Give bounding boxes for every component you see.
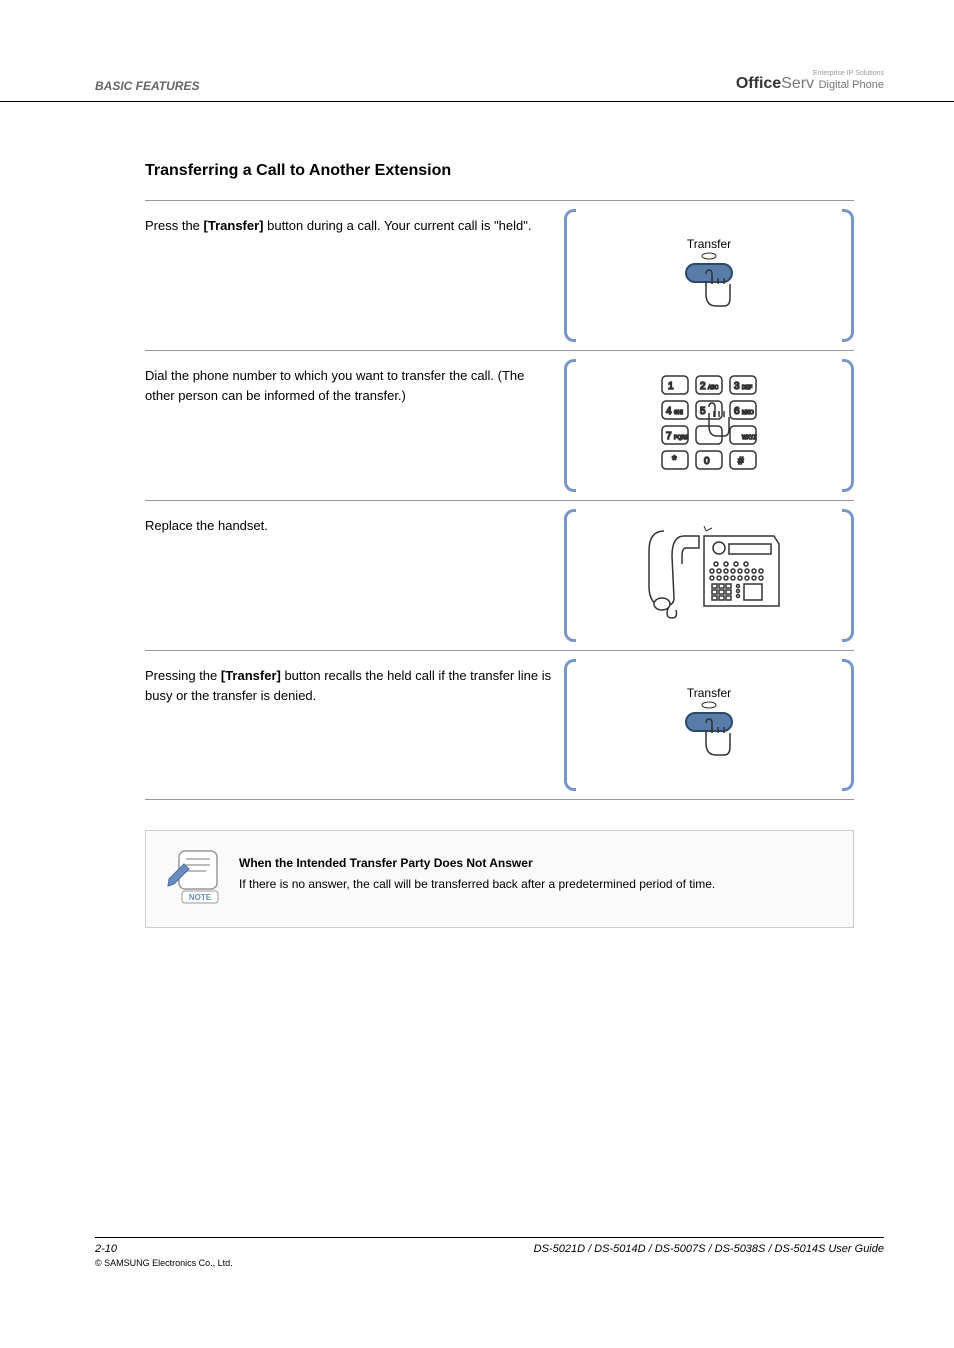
- note-icon: NOTE: [164, 849, 224, 909]
- svg-text:ABC: ABC: [708, 385, 719, 391]
- note-title: When the Intended Transfer Party Does No…: [239, 854, 715, 872]
- svg-text:WXYZ: WXYZ: [742, 435, 756, 441]
- bracket-icon: [564, 209, 576, 342]
- svg-text:PQRS: PQRS: [674, 435, 689, 441]
- svg-text:6: 6: [734, 406, 740, 417]
- step-text: Dial the phone number to which you want …: [145, 351, 564, 500]
- svg-text:4: 4: [666, 406, 672, 417]
- copyright: © SAMSUNG Electronics Co., Ltd.: [95, 1258, 233, 1268]
- bracket-icon: [842, 359, 854, 492]
- header-section-label: BASIC FEATURES: [95, 79, 199, 93]
- bracket-icon: [842, 209, 854, 342]
- logo-light: Serv: [781, 75, 814, 92]
- svg-text:#: #: [738, 456, 744, 467]
- note-body: If there is no answer, the call will be …: [239, 875, 715, 893]
- page-header: BASIC FEATURES Enterprise IP Solutions O…: [0, 0, 954, 102]
- svg-text:7: 7: [666, 431, 672, 442]
- svg-text:3: 3: [734, 381, 740, 392]
- page-footer: 2-10 © SAMSUNG Electronics Co., Ltd. DS-…: [95, 1237, 884, 1268]
- page-number: 2-10: [95, 1243, 233, 1255]
- bracket-icon: [564, 509, 576, 642]
- note-content: When the Intended Transfer Party Does No…: [239, 849, 715, 893]
- note-box: NOTE When the Intended Transfer Party Do…: [145, 830, 854, 928]
- phone-hangup-illustration: [614, 511, 804, 641]
- brand-logo: OfficeServ Digital Phone: [736, 75, 884, 93]
- svg-text:*: *: [672, 453, 677, 467]
- svg-text:2: 2: [700, 381, 706, 392]
- logo-bold: Office: [736, 75, 781, 92]
- step-text: Press the [Transfer] button during a cal…: [145, 201, 564, 350]
- step-illustration: Transfer: [564, 201, 854, 350]
- transfer-button-illustration: Transfer: [654, 670, 764, 780]
- step-illustration: [564, 501, 854, 650]
- step-row: Pressing the [Transfer] button recalls t…: [145, 650, 854, 800]
- transfer-button-illustration: Transfer: [654, 221, 764, 331]
- bracket-icon: [842, 509, 854, 642]
- step-row: Press the [Transfer] button during a cal…: [145, 200, 854, 350]
- svg-text:1: 1: [668, 381, 674, 392]
- section-title: Transferring a Call to Another Extension: [145, 162, 854, 180]
- footer-title: DS-5021D / DS-5014D / DS-5007S / DS-5038…: [534, 1243, 884, 1268]
- svg-text:NOTE: NOTE: [189, 893, 212, 902]
- svg-text:DEF: DEF: [742, 385, 752, 391]
- step-text: Replace the handset.: [145, 501, 564, 650]
- step-row: Replace the handset.: [145, 500, 854, 650]
- step-illustration: 1 2ABC 3DEF 4GHI 5 6MNO 7PQRS WXYZ * 0 #: [564, 351, 854, 500]
- keypad-illustration: 1 2ABC 3DEF 4GHI 5 6MNO 7PQRS WXYZ * 0 #: [634, 356, 784, 496]
- svg-text:MNO: MNO: [742, 410, 754, 416]
- svg-text:0: 0: [704, 456, 710, 467]
- transfer-label: Transfer: [687, 686, 731, 700]
- step-illustration: Transfer: [564, 651, 854, 799]
- step-text: Pressing the [Transfer] button recalls t…: [145, 651, 564, 799]
- logo-sub: Digital Phone: [819, 79, 884, 91]
- page-content: Transferring a Call to Another Extension…: [0, 102, 954, 928]
- svg-text:5: 5: [700, 406, 706, 417]
- transfer-label: Transfer: [687, 237, 731, 251]
- bracket-icon: [564, 359, 576, 492]
- step-row: Dial the phone number to which you want …: [145, 350, 854, 500]
- svg-text:GHI: GHI: [674, 410, 683, 416]
- bracket-icon: [564, 659, 576, 791]
- header-brand: Enterprise IP Solutions OfficeServ Digit…: [736, 70, 884, 93]
- bracket-icon: [842, 659, 854, 791]
